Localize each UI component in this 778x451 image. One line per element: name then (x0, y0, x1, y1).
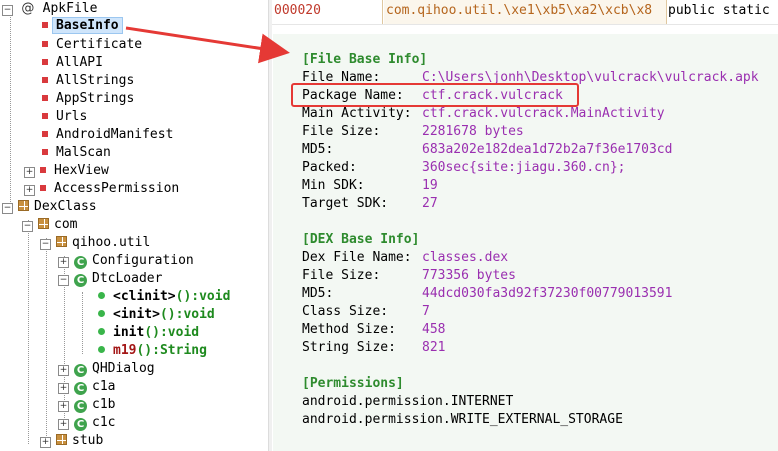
annotation-arrow (125, 26, 290, 64)
